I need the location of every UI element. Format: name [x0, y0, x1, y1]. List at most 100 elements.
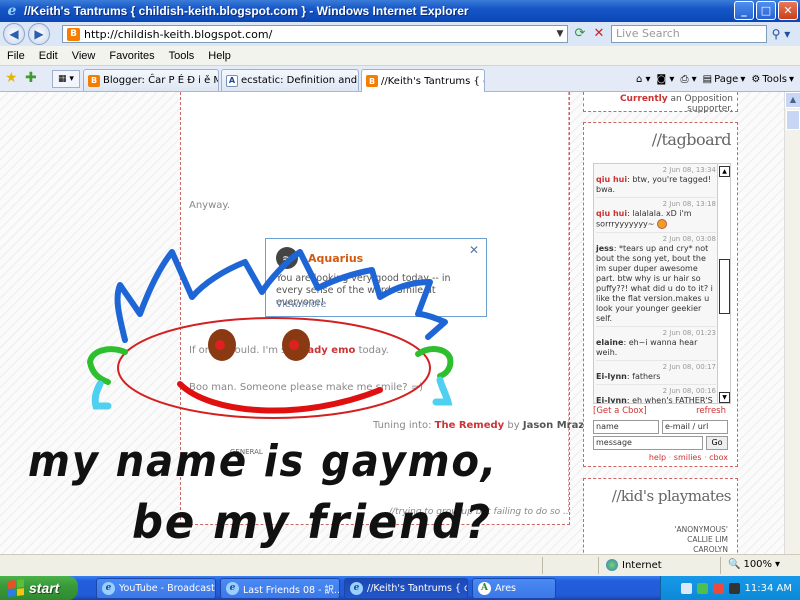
- start-button[interactable]: start: [0, 576, 78, 600]
- message-author[interactable]: qiu hui: [596, 209, 627, 218]
- cbox-link[interactable]: cbox: [709, 453, 728, 462]
- smilies-link[interactable]: smilies: [674, 453, 702, 462]
- scroll-up-icon[interactable]: ▲: [785, 92, 800, 108]
- favorites-star-icon[interactable]: ★: [5, 70, 18, 86]
- tab-label: Blogger: Ĉar P É Đ i ě M - C...: [103, 75, 218, 86]
- message-author[interactable]: Ei-lynn: [596, 396, 627, 404]
- refresh-icon[interactable]: ⟳: [571, 25, 589, 43]
- menu-edit[interactable]: Edit: [32, 50, 65, 62]
- message-text: fathers: [632, 371, 661, 381]
- page-menu[interactable]: ▤ Page ▾: [703, 74, 746, 85]
- tab-keiths-tantrums[interactable]: B //Keith's Tantrums { childi...: [361, 69, 485, 92]
- popup-close-icon[interactable]: ✕: [469, 243, 479, 257]
- view-more-link[interactable]: View more: [276, 299, 326, 310]
- menu-tools[interactable]: Tools: [162, 50, 202, 62]
- status-bar: Internet 🔍 100% ▾: [0, 554, 800, 576]
- address-field[interactable]: B http://childish-keith.blogspot.com/: [62, 25, 568, 43]
- post-labels[interactable]: GENERAL: [230, 448, 263, 456]
- menu-file[interactable]: File: [0, 50, 32, 62]
- back-button[interactable]: ◀: [3, 23, 25, 45]
- back-arrow-icon: ◀: [9, 27, 19, 41]
- playmate-link[interactable]: CAROLYN: [674, 545, 728, 554]
- windows-logo-icon: [8, 579, 24, 597]
- playmate-link[interactable]: CALLIE LIM: [674, 535, 728, 545]
- quick-tabs-button[interactable]: ▦ ▾: [52, 70, 80, 88]
- menu-help[interactable]: Help: [201, 50, 238, 62]
- menu-view[interactable]: View: [65, 50, 103, 62]
- forward-button[interactable]: ▶: [28, 23, 50, 45]
- zoom-control[interactable]: 🔍 100% ▾: [728, 559, 780, 570]
- gear-icon: ⚙: [751, 73, 761, 85]
- scroll-thumb[interactable]: [786, 110, 800, 130]
- tab-label: ecstatic: Definition and Much...: [241, 75, 358, 86]
- tagboard-messages[interactable]: 2 Jun 08, 13:34 qiu hui: btw, you're tagg…: [593, 163, 731, 404]
- taskbar-item-youtube[interactable]: e YouTube - Broadcast ...: [96, 578, 216, 599]
- system-tray: 11:34 AM: [660, 576, 800, 600]
- minimize-button[interactable]: _: [734, 1, 754, 20]
- message-field[interactable]: message: [593, 436, 703, 450]
- tray-icon[interactable]: [712, 582, 724, 594]
- ie-icon: e: [102, 582, 115, 595]
- dictionary-icon: A: [226, 74, 238, 87]
- name-field[interactable]: name: [593, 420, 659, 434]
- tab-bar: ★ ✚ ▦ ▾ B Blogger: Ĉar P É Đ i ě M - C..…: [0, 66, 800, 92]
- page-scrollbar[interactable]: ▲: [784, 92, 800, 554]
- tray-icon[interactable]: [728, 582, 740, 594]
- taskbar-item-ares[interactable]: A Ares: [472, 578, 556, 599]
- message-author[interactable]: elaine: [596, 338, 623, 347]
- taskbar-item-keiths-tantrums[interactable]: e //Keith's Tantrums { c...: [344, 578, 468, 599]
- sidebar-profile-snippet: Currently an Opposition supporter.: [583, 92, 738, 114]
- tools-menu[interactable]: ⚙ Tools ▾: [751, 74, 794, 85]
- help-link[interactable]: help: [649, 453, 666, 462]
- tagboard-message: 2 Jun 08, 03:08 jess: *tears up and cry* …: [596, 233, 716, 327]
- search-icon[interactable]: ⚲ ▾: [768, 25, 794, 43]
- message-author[interactable]: Ei-lynn: [596, 372, 627, 381]
- tagboard: //tagboard 2 Jun 08, 13:34 qiu hui: btw, …: [583, 122, 738, 467]
- refresh-link[interactable]: refresh: [696, 406, 726, 416]
- playmate-link[interactable]: 'ANONYMOUS': [674, 525, 728, 535]
- tagboard-message: 2 Jun 08, 00:17 Ei-lynn: fathers: [596, 361, 716, 385]
- tuning-into: Tuning into: The Remedy by Jason Mraz: [373, 420, 585, 431]
- tagboard-message: 2 Jun 08, 01:23 elaine: eh~i wanna hear w…: [596, 327, 716, 361]
- clock[interactable]: 11:34 AM: [745, 583, 792, 594]
- scroll-down-icon[interactable]: ▼: [719, 392, 730, 403]
- tagboard-message: 2 Jun 08, 13:34 qiu hui: btw, you're tagg…: [596, 164, 716, 198]
- message-date: 2 Jun 08, 13:18: [662, 200, 716, 208]
- add-favorite-icon[interactable]: ✚: [25, 70, 37, 86]
- scroll-up-icon[interactable]: ▲: [719, 166, 730, 177]
- scroll-thumb[interactable]: [719, 259, 730, 314]
- close-button[interactable]: ✕: [778, 1, 798, 20]
- tray-icon[interactable]: [680, 582, 692, 594]
- go-button[interactable]: Go: [706, 436, 728, 450]
- forward-arrow-icon: ▶: [34, 27, 44, 41]
- chevron-down-icon: ▾: [775, 559, 781, 570]
- message-author[interactable]: qiu hui: [596, 175, 627, 184]
- tray-icon[interactable]: [696, 582, 708, 594]
- home-icon[interactable]: ⌂ ▾: [636, 74, 651, 85]
- get-cbox-link[interactable]: [Get a Cbox]: [593, 406, 647, 416]
- stop-icon[interactable]: ✕: [590, 25, 608, 43]
- security-zone: Internet: [606, 559, 662, 571]
- email-field[interactable]: e-mail / url: [662, 420, 728, 434]
- feeds-icon[interactable]: ◙ ▾: [657, 74, 675, 85]
- menu-favorites[interactable]: Favorites: [102, 50, 161, 62]
- post-text-line1: If only I could. I'm so ready emo today.: [189, 345, 389, 356]
- menu-bar: File Edit View Favorites Tools Help: [0, 46, 800, 66]
- horoscope-popup: ≈ Aquarius ✕ You are looking very good t…: [265, 238, 487, 317]
- search-input[interactable]: Live Search: [611, 25, 767, 43]
- post-text-line2: Boo man. Someone please make me smile? =…: [189, 382, 424, 393]
- aquarius-icon: ≈: [276, 247, 298, 269]
- tab-dictionary[interactable]: A ecstatic: Definition and Much...: [221, 69, 359, 91]
- tagboard-title: //tagboard: [651, 130, 732, 149]
- tagboard-scrollbar[interactable]: ▲ ▼: [717, 164, 730, 403]
- message-author[interactable]: jess: [596, 244, 614, 253]
- globe-icon: [606, 559, 618, 571]
- message-date: 2 Jun 08, 00:16: [662, 386, 716, 395]
- maximize-button[interactable]: □: [756, 1, 776, 20]
- address-bar-row: ◀ ▶ B http://childish-keith.blogspot.com…: [0, 22, 800, 46]
- address-dropdown-icon[interactable]: ▼: [553, 26, 567, 42]
- song-link[interactable]: The Remedy: [435, 420, 505, 431]
- print-icon[interactable]: ⎙ ▾: [680, 74, 696, 85]
- taskbar-item-last-friends[interactable]: e Last Friends 08 - 訳...: [220, 578, 340, 599]
- tab-blogger[interactable]: B Blogger: Ĉar P É Đ i ě M - C...: [83, 69, 219, 91]
